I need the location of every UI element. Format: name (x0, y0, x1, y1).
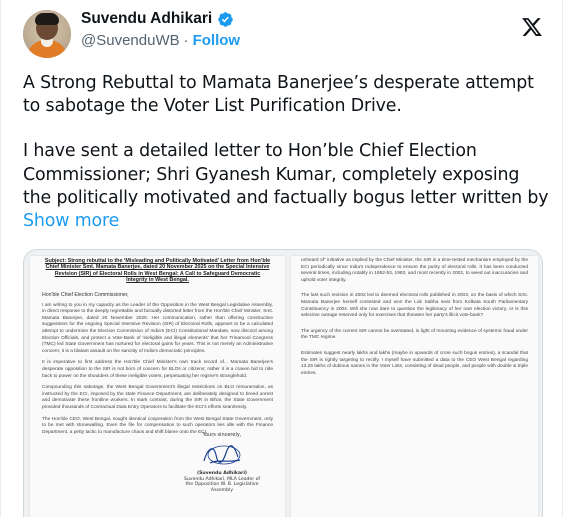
x-logo-icon[interactable] (521, 16, 543, 38)
tweet-paragraph-text: I have sent a detailed letter to Hon’ble… (23, 141, 549, 208)
verified-badge-icon (218, 11, 233, 27)
letter-paragraph: It is imperative to first address the Ho… (42, 360, 273, 379)
separator-dot: · (183, 32, 189, 49)
author-avatar[interactable] (23, 10, 71, 58)
letter-paragraph: unheard of" initiative as implied by the… (301, 258, 528, 283)
letter-closing: Yours sincerely, (202, 432, 242, 438)
letter-signature-block: Yours sincerely, (Suvendu Adhikari) Suve… (182, 432, 262, 493)
show-more-link[interactable]: Show more (23, 211, 119, 231)
author-name[interactable]: Suvendu Adhikari (81, 10, 212, 28)
tweet-media-image[interactable]: Subject: Strong rebuttal to the ‘Mislead… (23, 249, 543, 517)
letter-paragraph: Estimates suggest nearly lakhs and lakhs… (301, 350, 528, 376)
signature-icon (203, 445, 241, 465)
author-name-row: Suvendu Adhikari (81, 10, 234, 28)
signatory-details: Suvendu Adhikari, MLA Leader of the Oppo… (183, 476, 261, 493)
tweet-paragraph: A Strong Rebuttal to Mamata Banerjee’s d… (23, 73, 540, 117)
letter-salutation: Hon'ble Chief Election Commissioner, (42, 291, 129, 298)
tweet-paragraph: I have sent a detailed letter to Hon’ble… (23, 140, 551, 233)
tweet-text: A Strong Rebuttal to Mamata Banerjee’s d… (23, 72, 551, 233)
letter-paragraph: The last such revision in 2002 led to de… (301, 293, 528, 319)
tweet-header: Suvendu Adhikari @SuvenduWB · Follow (23, 8, 543, 58)
author-handle-row: @SuvenduWB · Follow (81, 32, 240, 49)
follow-button[interactable]: Follow (193, 32, 241, 49)
author-handle[interactable]: @SuvenduWB (81, 32, 180, 49)
letter-paragraph: The urgency of the current SIR cannot be… (301, 328, 528, 341)
letter-paragraph: Compounding this sabotage, the West Beng… (42, 385, 273, 410)
letter-paragraph: I am writing to you in my capacity as th… (42, 302, 273, 354)
tweet-card: Suvendu Adhikari @SuvenduWB · Follow A S… (0, 0, 563, 517)
letter-subject: Subject: Strong rebuttal to the ‘Mislead… (44, 258, 271, 284)
letter-page-right: unheard of" initiative as implied by the… (291, 256, 538, 517)
